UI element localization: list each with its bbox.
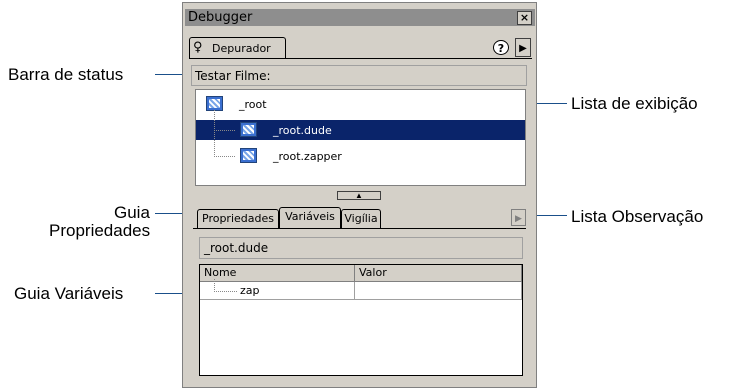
display-list-item[interactable]: _root.zapper <box>196 130 525 166</box>
table-cell-name[interactable]: zap <box>200 279 355 300</box>
callout-lista-observacao: Lista Observação <box>571 207 704 226</box>
tabs-scroll-button[interactable]: ▶ <box>511 209 526 226</box>
target-path-field: _root.dude <box>199 237 523 259</box>
variable-name: zap <box>240 284 260 297</box>
pane-splitter[interactable]: ▲ <box>337 191 381 200</box>
display-list-item-label: _root.dude <box>273 124 332 137</box>
display-list[interactable]: _root _root.dude _root.zapper <box>195 89 526 186</box>
tabs-divider <box>193 228 526 229</box>
display-list-item[interactable]: _root <box>196 94 525 114</box>
column-header-valor[interactable]: Valor <box>355 265 522 282</box>
close-button[interactable]: × <box>517 11 532 25</box>
tree-connector <box>214 130 235 157</box>
window-title: Debugger <box>188 10 253 25</box>
tab-divider <box>189 58 532 59</box>
display-list-item-label: _root.zapper <box>273 150 342 163</box>
display-list-item-label: _root <box>239 98 267 111</box>
tree-connector <box>214 279 237 292</box>
debugger-panel: Debugger × ♀ Depurador ? ▶ Testar Filme:… <box>182 2 537 388</box>
status-bar: Testar Filme: <box>191 65 527 86</box>
tab-propriedades[interactable]: Propriedades <box>197 209 279 228</box>
display-list-item-selected[interactable]: _root.dude <box>196 110 525 140</box>
callout-lista-de-exibicao: Lista de exibição <box>571 94 698 113</box>
tab-vigilia[interactable]: Vigília <box>341 209 381 228</box>
table-cell-value[interactable] <box>355 282 522 300</box>
debugger-bug-icon: ♀ <box>193 40 203 55</box>
panel-menu-button[interactable]: ▶ <box>515 38 531 57</box>
inspector-tabs: Propriedades Variáveis Vigília ▶ <box>193 207 526 229</box>
movieclip-icon <box>240 122 257 137</box>
tab-depurador-label: Depurador <box>212 42 271 55</box>
help-button[interactable]: ? <box>493 40 509 55</box>
tree-connector <box>214 110 235 131</box>
movieclip-icon <box>206 96 223 111</box>
callout-guia-propriedades-line2: Propriedades <box>49 221 151 240</box>
movieclip-icon <box>240 148 257 163</box>
title-bar[interactable]: Debugger × <box>185 9 535 26</box>
callout-guia-propriedades-line1: Guia <box>114 203 150 222</box>
callout-guia-variaveis: Guia Variáveis <box>14 284 124 303</box>
tab-depurador[interactable]: ♀ Depurador <box>189 37 286 59</box>
variables-table[interactable]: Nome Valor zap <box>199 264 523 376</box>
tab-variaveis[interactable]: Variáveis <box>279 207 341 229</box>
callout-barra-de-status: Barra de status <box>8 65 124 84</box>
